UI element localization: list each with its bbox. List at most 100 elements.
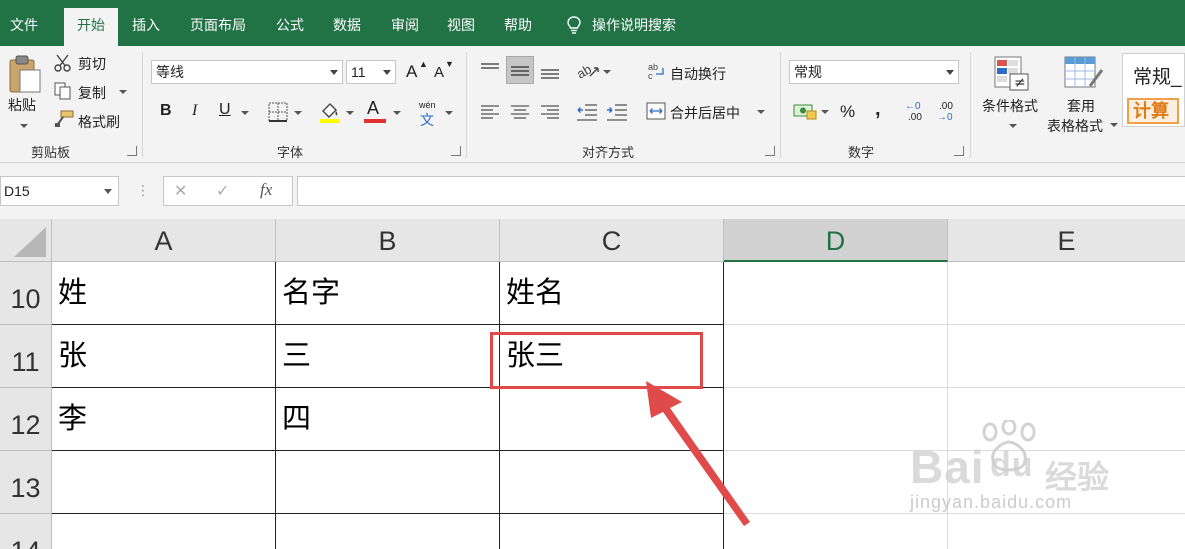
cell-a13[interactable] bbox=[52, 451, 276, 514]
conditional-formatting-label: 条件格式 bbox=[982, 98, 1038, 114]
fill-color-dropdown-caret[interactable] bbox=[346, 111, 354, 115]
cell-b11[interactable]: 三 bbox=[276, 325, 500, 388]
align-top-icon[interactable] bbox=[480, 62, 500, 78]
phonetic-dropdown-caret[interactable] bbox=[445, 111, 453, 115]
select-all-corner[interactable] bbox=[0, 219, 52, 262]
merge-center-label: 合并后居中 bbox=[670, 105, 740, 121]
cell-b14[interactable] bbox=[276, 514, 500, 549]
format-as-table-icon bbox=[1064, 56, 1104, 88]
phonetic-guide-button[interactable]: 文 bbox=[420, 110, 434, 130]
cell-b10[interactable]: 名字 bbox=[276, 262, 500, 325]
fill-color-icon[interactable] bbox=[318, 100, 342, 124]
cell-d10[interactable] bbox=[724, 262, 948, 325]
borders-dropdown-caret[interactable] bbox=[294, 111, 302, 115]
font-color-button[interactable]: A bbox=[367, 98, 379, 119]
align-bottom-icon[interactable] bbox=[540, 62, 560, 80]
alignment-dialog-launcher[interactable] bbox=[765, 146, 775, 156]
tab-data[interactable]: 数据 bbox=[323, 8, 371, 46]
cell-d11[interactable] bbox=[724, 325, 948, 388]
cell-b12[interactable]: 四 bbox=[276, 388, 500, 451]
svg-text:c: c bbox=[648, 71, 653, 80]
name-box[interactable]: D15 bbox=[0, 176, 119, 206]
style-normal[interactable]: 常规_ bbox=[1133, 62, 1182, 89]
copy-icon bbox=[54, 82, 71, 100]
cut-label: 剪切 bbox=[78, 56, 106, 72]
cell-c14[interactable] bbox=[500, 514, 724, 549]
tab-view[interactable]: 视图 bbox=[437, 8, 485, 46]
tab-page-layout[interactable]: 页面布局 bbox=[180, 8, 256, 46]
tab-help[interactable]: 帮助 bbox=[494, 8, 542, 46]
currency-icon[interactable] bbox=[793, 102, 817, 120]
tab-review[interactable]: 审阅 bbox=[381, 8, 429, 46]
cell-a11[interactable]: 张 bbox=[52, 325, 276, 388]
cell-e14[interactable] bbox=[948, 514, 1185, 549]
currency-dropdown-caret[interactable] bbox=[821, 110, 829, 114]
group-divider bbox=[970, 52, 971, 158]
paste-icon bbox=[9, 55, 41, 93]
cell-d14[interactable] bbox=[724, 514, 948, 549]
align-middle-button[interactable] bbox=[506, 56, 534, 84]
confirm-entry-icon[interactable]: ✓ bbox=[216, 181, 229, 201]
column-header-c[interactable]: C bbox=[500, 219, 724, 262]
group-divider bbox=[466, 52, 467, 158]
svg-text:ab: ab bbox=[576, 61, 594, 80]
align-right-icon[interactable] bbox=[540, 104, 560, 120]
formula-input[interactable] bbox=[297, 176, 1185, 206]
comma-style-button[interactable]: , bbox=[875, 98, 881, 121]
alignment-group-label: 对齐方式 bbox=[582, 145, 635, 160]
number-dialog-launcher[interactable] bbox=[954, 146, 964, 156]
insert-function-button[interactable]: fx bbox=[260, 180, 272, 200]
cell-b13[interactable] bbox=[276, 451, 500, 514]
style-calculation[interactable]: 计算 bbox=[1127, 98, 1179, 124]
tell-me-label: 操作说明搜索 bbox=[592, 17, 676, 33]
font-size-combo[interactable]: 11 bbox=[346, 60, 396, 84]
number-format-combo[interactable]: 常规 bbox=[789, 60, 959, 84]
column-header-e[interactable]: E bbox=[948, 219, 1185, 262]
borders-icon[interactable] bbox=[268, 102, 288, 122]
grow-font-button[interactable]: A bbox=[406, 62, 417, 82]
shrink-font-button[interactable]: A bbox=[434, 64, 444, 81]
ribbon: 粘贴 剪切 复制 格式刷 剪贴板 等线 11 A ▲ A ▼ B I U A w… bbox=[0, 46, 1185, 163]
align-left-icon[interactable] bbox=[480, 104, 500, 120]
tab-formulas[interactable]: 公式 bbox=[266, 8, 314, 46]
merge-center-icon bbox=[646, 102, 666, 120]
underline-dropdown-caret[interactable] bbox=[241, 111, 249, 115]
align-center-icon[interactable] bbox=[510, 104, 530, 120]
font-dialog-launcher[interactable] bbox=[451, 146, 461, 156]
cell-c10[interactable]: 姓名 bbox=[500, 262, 724, 325]
cell-a12[interactable]: 李 bbox=[52, 388, 276, 451]
cell-e10[interactable] bbox=[948, 262, 1185, 325]
percent-style-button[interactable]: % bbox=[840, 102, 855, 122]
increase-indent-icon[interactable] bbox=[606, 102, 628, 122]
row-header-10[interactable]: 10 bbox=[0, 262, 52, 325]
format-as-table-label-1: 套用 bbox=[1067, 98, 1095, 114]
font-color-dropdown-caret[interactable] bbox=[393, 111, 401, 115]
decrease-indent-icon[interactable] bbox=[576, 102, 598, 122]
cell-a10[interactable]: 姓 bbox=[52, 262, 276, 325]
column-header-a[interactable]: A bbox=[52, 219, 276, 262]
cell-styles-gallery[interactable]: 常规_ 计算 bbox=[1122, 53, 1185, 127]
row-header-13[interactable]: 13 bbox=[0, 451, 52, 514]
row-header-14[interactable]: 14 bbox=[0, 514, 52, 549]
cell-c12[interactable] bbox=[500, 388, 724, 451]
tab-home[interactable]: 开始 bbox=[64, 8, 118, 46]
cell-a14[interactable] bbox=[52, 514, 276, 549]
orientation-dropdown-caret[interactable] bbox=[603, 70, 611, 74]
row-header-11[interactable]: 11 bbox=[0, 325, 52, 388]
column-header-b[interactable]: B bbox=[276, 219, 500, 262]
underline-button[interactable]: U bbox=[219, 101, 231, 119]
column-header-d[interactable]: D bbox=[724, 219, 948, 262]
cancel-entry-icon[interactable]: ✕ bbox=[174, 181, 187, 201]
bold-button[interactable]: B bbox=[160, 102, 172, 120]
row-header-12[interactable]: 12 bbox=[0, 388, 52, 451]
orientation-icon[interactable]: ab bbox=[576, 60, 600, 80]
italic-button[interactable]: I bbox=[192, 102, 197, 120]
tab-insert[interactable]: 插入 bbox=[122, 8, 170, 46]
font-name-combo[interactable]: 等线 bbox=[151, 60, 343, 84]
cell-c11[interactable]: 张三 bbox=[500, 325, 724, 388]
clipboard-dialog-launcher[interactable] bbox=[127, 146, 137, 156]
tell-me-search[interactable]: 操作说明搜索 bbox=[556, 8, 686, 46]
cell-c13[interactable] bbox=[500, 451, 724, 514]
tab-file[interactable]: 文件 bbox=[0, 8, 48, 46]
cell-e11[interactable] bbox=[948, 325, 1185, 388]
